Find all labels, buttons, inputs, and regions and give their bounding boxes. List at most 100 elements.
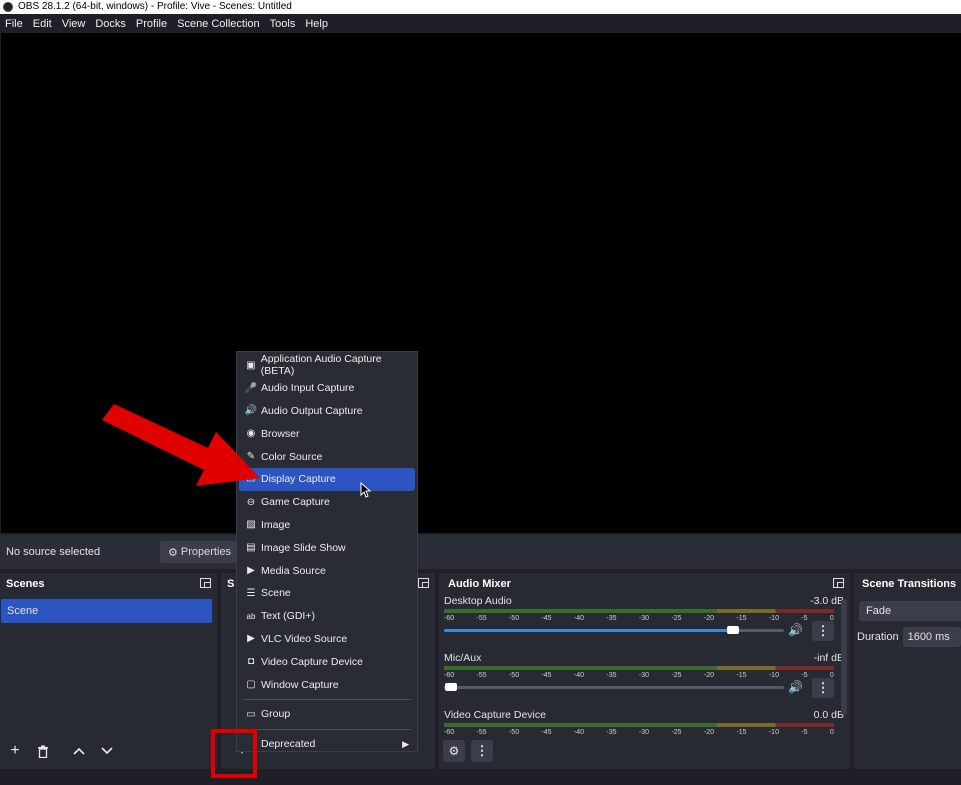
menu-item-text-gdi[interactable]: ab Text (GDI+) (239, 605, 415, 628)
meter-tick-label: -55 (476, 615, 487, 622)
meter-tick-label: -60 (444, 615, 455, 622)
menu-item-label: VLC Video Source (261, 632, 348, 645)
mixer-toolbar: ⚙ ⋮ (439, 733, 850, 769)
kebab-icon: ⋮ (475, 743, 489, 758)
menu-item-label: Image (261, 518, 291, 531)
trash-icon (38, 745, 48, 758)
meter-tick-label: -10 (768, 672, 779, 679)
text-icon: ab (246, 611, 256, 621)
menu-item-window-capture[interactable]: ▢ Window Capture (239, 673, 415, 696)
properties-button[interactable]: ⚙ Properties (160, 541, 240, 563)
meter-tick-label: -40 (573, 672, 585, 679)
meter-tick-label: -30 (638, 672, 650, 679)
sources-dock-title: S (227, 578, 235, 590)
menu-item-label: Image Slide Show (261, 541, 346, 554)
menu-docks[interactable]: Docks (90, 18, 131, 30)
meter-tick-label: -35 (606, 672, 617, 679)
volume-slider[interactable] (444, 626, 784, 634)
speaker-icon[interactable]: 🔊 (788, 680, 803, 694)
transition-select[interactable]: Fade (859, 601, 961, 621)
menu-item-application-audio-capture-beta[interactable]: ▣ Application Audio Capture (BETA) (239, 353, 415, 377)
duration-input[interactable]: 1600 ms (902, 627, 961, 647)
menu-item-scene[interactable]: ☰ Scene (239, 582, 415, 605)
meter-tick-label: -55 (476, 672, 487, 679)
window-title: OBS 28.1.2 (64-bit, windows) - Profile: … (18, 1, 292, 12)
meter-tick-label: -25 (671, 672, 682, 679)
add-scene-button[interactable]: + (4, 740, 26, 762)
menu-item-group[interactable]: ▭ Group (239, 703, 415, 726)
channel-menu-button[interactable]: ⋮ (812, 678, 834, 698)
scenes-toolbar: + (0, 733, 217, 769)
undock-icon[interactable] (418, 578, 429, 588)
menu-item-video-capture-device[interactable]: ◘ Video Capture Device (239, 650, 415, 673)
menu-item-image[interactable]: ▨ Image (239, 514, 415, 537)
meter-ticks: -60 -55 -50 -45 -40 -35 -30 -25 -20 -15 -10 -5 0 (444, 615, 834, 625)
gears-icon: ⚙ (448, 744, 460, 758)
volume-slider-knob[interactable] (444, 683, 457, 691)
volume-slider-knob[interactable] (727, 626, 739, 634)
meter-tick-label: -45 (541, 615, 552, 622)
menu-item-label: Window Capture (261, 678, 339, 691)
chevron-up-icon (73, 747, 85, 755)
scenes-dock: Scenes Scene + (0, 573, 217, 769)
undock-icon[interactable] (833, 578, 844, 588)
menu-item-image-slide-show[interactable]: ▤ Image Slide Show (239, 536, 415, 559)
menu-profile[interactable]: Profile (131, 18, 172, 30)
meter-tick-label: -15 (736, 615, 747, 622)
annotation-highlight-box (211, 729, 257, 778)
volume-slider[interactable] (444, 683, 784, 691)
menu-item-deprecated[interactable]: Deprecated ▶ (239, 733, 415, 756)
meter-tick-label: -10 (768, 615, 779, 622)
menu-help[interactable]: Help (300, 18, 333, 30)
meter-tick-label: -45 (541, 672, 552, 679)
camera-icon: ◘ (247, 656, 255, 668)
meter-tick-label: -40 (573, 615, 585, 622)
menu-item-label: Video Capture Device (261, 655, 363, 668)
advanced-audio-button[interactable]: ⚙ (443, 740, 465, 762)
meter-tick-label: -25 (671, 615, 682, 622)
mouse-cursor-icon (360, 482, 372, 498)
scene-list-item[interactable]: Scene (1, 599, 212, 623)
meter-tick-label: -35 (606, 615, 617, 622)
menu-edit[interactable]: Edit (28, 18, 57, 30)
folder-icon: ▭ (246, 708, 256, 720)
meter-tick-label: -50 (508, 672, 520, 679)
channel-name: Mic/Aux (444, 652, 482, 664)
kebab-icon: ⋮ (816, 680, 830, 695)
menu-item-media-source[interactable]: ▶ Media Source (239, 559, 415, 582)
menu-item-label: Scene (261, 587, 291, 600)
menu-item-label: Group (261, 708, 291, 721)
mixer-scrollbar[interactable] (841, 599, 847, 715)
volume-meter (444, 609, 834, 613)
channel-menu-button[interactable]: ⋮ (812, 621, 834, 641)
menu-tools[interactable]: Tools (265, 18, 301, 30)
channel-name: Video Capture Device (444, 709, 546, 721)
undock-icon[interactable] (200, 578, 211, 588)
menu-scene-collection[interactable]: Scene Collection (172, 18, 265, 30)
menu-item-vlc-video-source[interactable]: ▶ VLC Video Source (239, 628, 415, 651)
play-icon: ▶ (247, 565, 255, 577)
window-titlebar: OBS 28.1.2 (64-bit, windows) - Profile: … (0, 0, 961, 14)
gear-icon: ⚙ (168, 546, 178, 559)
plus-icon: + (10, 742, 20, 759)
audio-mixer-title: Audio Mixer (448, 578, 511, 590)
meter-ticks: -60 -55 -50 -45 -40 -35 -30 -25 -20 -15 -10 -5 0 (444, 672, 834, 682)
image-icon: ▨ (246, 519, 256, 531)
move-scene-up-button[interactable] (68, 740, 90, 762)
volume-meter (444, 723, 834, 727)
menu-file[interactable]: File (0, 18, 28, 30)
properties-label: Properties (180, 546, 232, 558)
duration-label: Duration (857, 631, 899, 643)
menu-view[interactable]: View (57, 18, 91, 30)
app-audio-icon: ▣ (246, 359, 256, 371)
source-toolbar: No source selected ⚙ Properties (0, 535, 961, 569)
remove-scene-button[interactable] (32, 740, 54, 762)
volume-meter (444, 666, 834, 670)
speaker-icon[interactable]: 🔊 (788, 623, 803, 637)
channel-level: 0.0 dB (813, 709, 844, 721)
transitions-title: Scene Transitions (862, 578, 957, 590)
menu-item-audio-input-capture[interactable]: 🎤 Audio Input Capture (239, 377, 415, 400)
submenu-arrow-icon: ▶ (402, 738, 409, 749)
mixer-menu-button[interactable]: ⋮ (471, 740, 493, 762)
move-scene-down-button[interactable] (96, 740, 118, 762)
